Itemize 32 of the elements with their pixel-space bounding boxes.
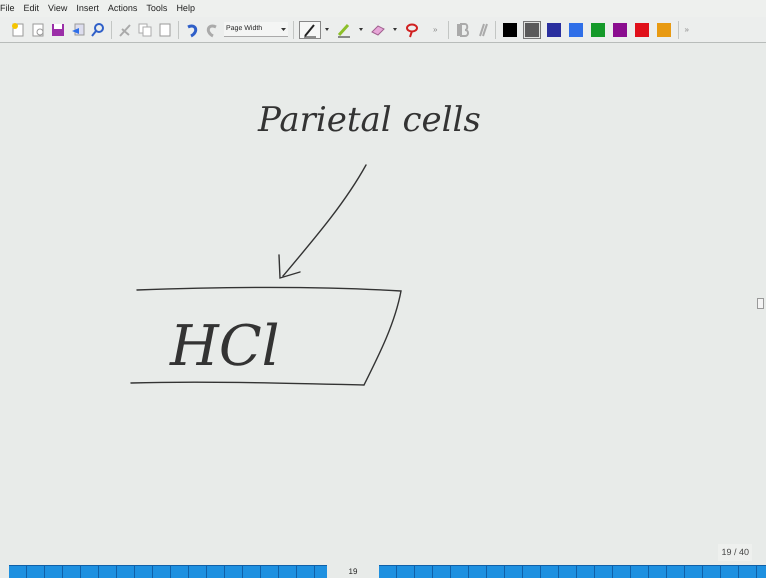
scroll-handle[interactable] (757, 298, 764, 309)
menu-item[interactable]: Insert (76, 2, 99, 16)
paste-icon[interactable] (157, 22, 173, 38)
menu-item[interactable]: View (48, 2, 68, 16)
page-number: 19 (348, 566, 358, 578)
color-swatch[interactable] (635, 22, 650, 36)
menu-item[interactable]: File (0, 2, 15, 16)
copy-icon[interactable] (137, 22, 153, 38)
color-swatch[interactable] (525, 22, 540, 36)
search-icon[interactable] (90, 22, 106, 38)
pen-tool-button[interactable] (299, 20, 321, 38)
handwritten-formula: HCl (170, 313, 280, 381)
color-swatch[interactable] (591, 22, 606, 36)
color-swatch[interactable] (569, 22, 584, 36)
dropdown-icon[interactable] (359, 28, 363, 31)
document-icon[interactable] (30, 22, 46, 38)
menu-item[interactable]: Edit (24, 2, 40, 16)
color-swatch[interactable] (613, 22, 628, 36)
menu-item[interactable]: Tools (146, 2, 168, 16)
send-icon[interactable] (70, 22, 86, 38)
new-note-icon[interactable] (10, 22, 26, 38)
dropdown-icon[interactable] (325, 28, 329, 31)
caret-icon (281, 28, 286, 30)
color-swatch[interactable] (657, 22, 672, 36)
color-swatch[interactable] (547, 22, 562, 36)
menu-item[interactable]: Help (176, 2, 195, 16)
dropdown-icon[interactable] (393, 28, 397, 31)
page-indicator: 19 / 40 (718, 544, 752, 561)
menu-item[interactable]: Actions (108, 2, 138, 16)
save-icon[interactable] (50, 22, 66, 38)
color-swatch[interactable] (503, 22, 518, 36)
handwritten-label: Parietal cells (258, 99, 481, 142)
